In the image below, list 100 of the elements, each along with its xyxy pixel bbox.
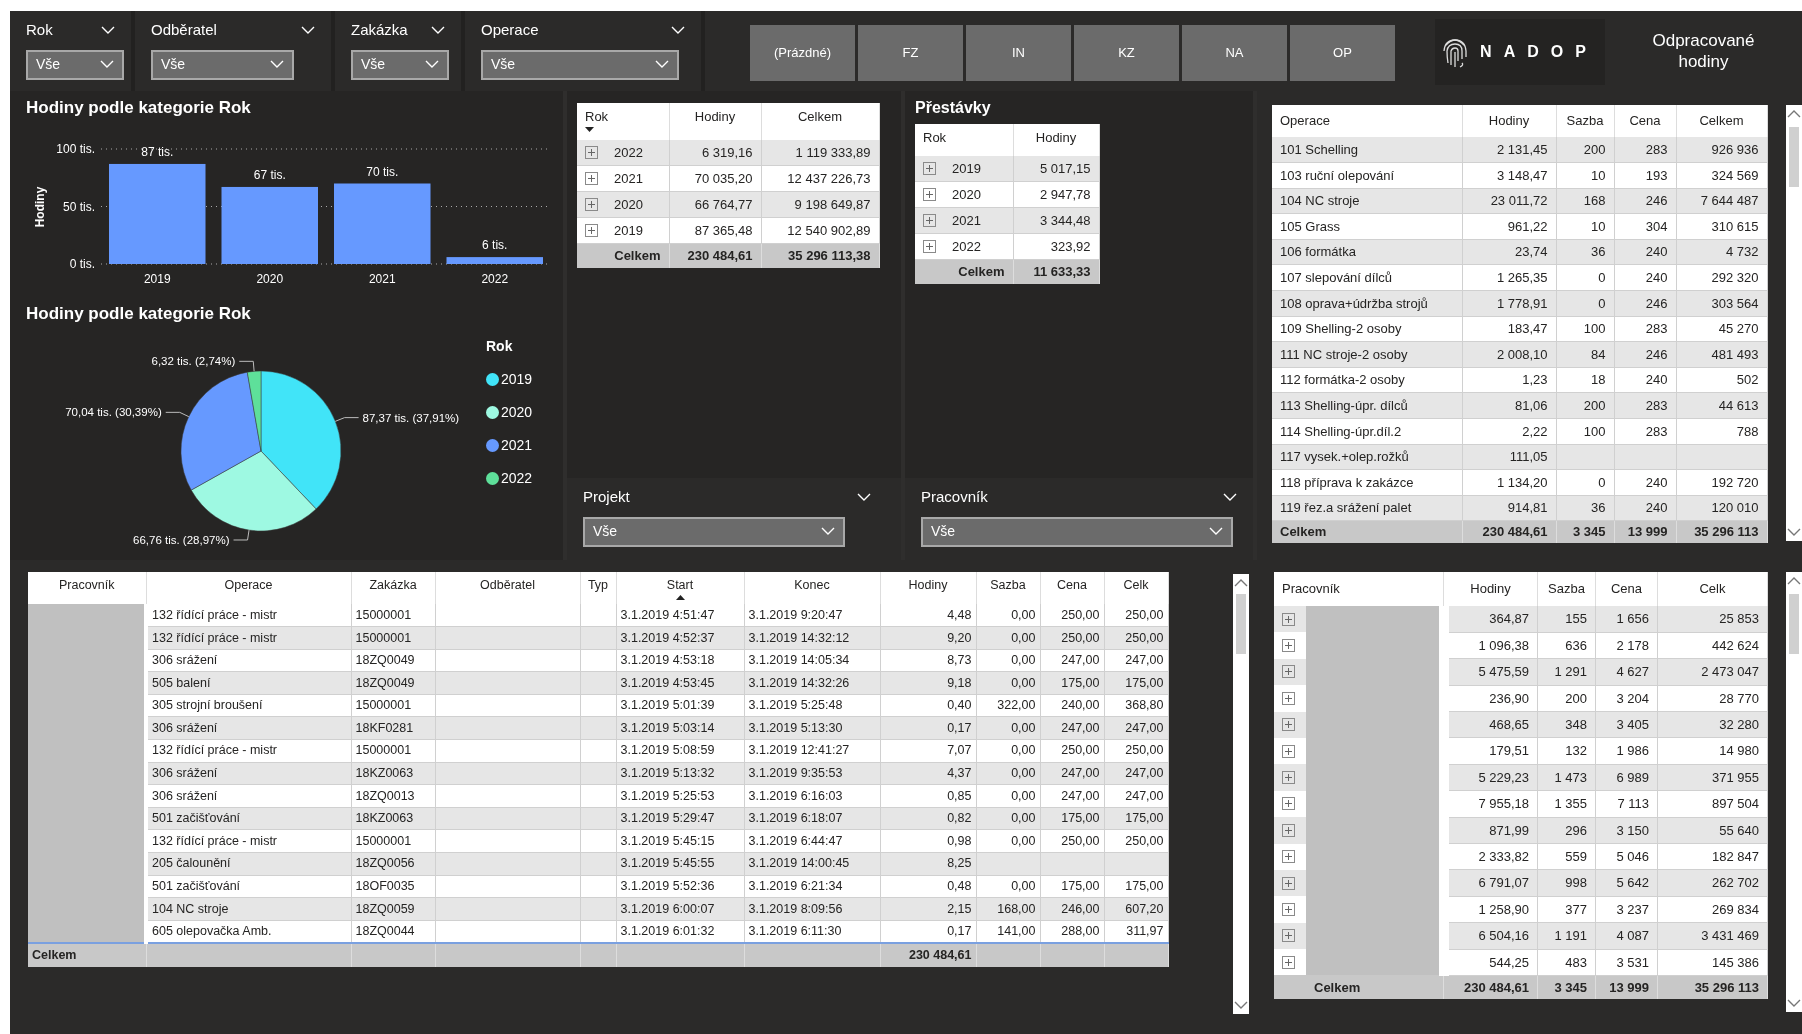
table-cell: 3.1.2019 5:13:32 bbox=[620, 766, 715, 781]
table-cell: 3.1.2019 6:21:34 bbox=[748, 879, 843, 894]
scrollbar-thumb[interactable] bbox=[1789, 594, 1799, 654]
scroll-down-icon bbox=[1787, 999, 1801, 1008]
scrollbar[interactable] bbox=[1232, 574, 1249, 1014]
column-header[interactable]: Rok bbox=[915, 124, 1013, 156]
table-cell: 0,40 bbox=[947, 698, 972, 713]
expand-icon[interactable] bbox=[1282, 929, 1295, 943]
expand-icon[interactable] bbox=[585, 198, 598, 211]
table-cell: 544,25 bbox=[1489, 954, 1529, 970]
row-label: 2020 bbox=[952, 185, 981, 204]
pie-slice[interactable] bbox=[260, 370, 342, 510]
table-cell: 145 386 bbox=[1712, 954, 1759, 970]
table-cell: 5 475,59 bbox=[1478, 664, 1529, 680]
expand-icon[interactable] bbox=[585, 224, 598, 237]
table-cell: 283 bbox=[1645, 321, 1668, 337]
column-header[interactable]: Hodiny bbox=[669, 103, 761, 140]
filter-button[interactable]: FZ bbox=[858, 25, 963, 81]
expand-icon[interactable] bbox=[1282, 797, 1295, 811]
table-cell: 1 265,35 bbox=[1496, 270, 1548, 285]
scrollbar-thumb[interactable] bbox=[1235, 594, 1246, 654]
table-cell: 179,51 bbox=[1489, 743, 1529, 759]
legend-label[interactable]: 2019 bbox=[501, 369, 533, 390]
expand-icon[interactable] bbox=[1282, 823, 1295, 837]
column-header[interactable]: Celkem bbox=[761, 103, 879, 140]
expand-icon[interactable] bbox=[1282, 691, 1295, 705]
table-cell: 192 720 bbox=[1711, 474, 1759, 490]
table-cell: 9 198 649,87 bbox=[794, 196, 871, 212]
dropdown[interactable]: Vše bbox=[26, 49, 124, 80]
table-cell: 0,17 bbox=[947, 924, 972, 938]
total-cell: 13 999 bbox=[1609, 979, 1649, 995]
category-label: 2020 bbox=[256, 271, 284, 286]
sort-descending-icon[interactable] bbox=[585, 126, 594, 132]
chevron-down-icon bbox=[857, 492, 871, 502]
expand-icon[interactable] bbox=[1282, 771, 1295, 785]
pie-slice[interactable] bbox=[190, 450, 317, 532]
table-cell: 247,00 bbox=[1061, 766, 1100, 781]
table-cell: 247,00 bbox=[1125, 720, 1164, 735]
expand-icon[interactable] bbox=[585, 172, 598, 185]
expand-icon[interactable] bbox=[1282, 876, 1295, 890]
data-label: 87 tis. bbox=[141, 144, 174, 159]
slicer-label: Rok bbox=[26, 20, 53, 40]
expand-icon[interactable] bbox=[1282, 612, 1295, 626]
filter-button[interactable]: OP bbox=[1290, 25, 1395, 81]
legend-label[interactable]: 2021 bbox=[501, 435, 533, 456]
dropdown[interactable]: Vše bbox=[351, 49, 449, 80]
table-cell: 3.1.2019 12:41:27 bbox=[748, 743, 850, 758]
table-cell: 3.1.2019 6:18:07 bbox=[748, 811, 843, 826]
expand-icon[interactable] bbox=[1282, 955, 1295, 969]
expand-icon[interactable] bbox=[1282, 850, 1295, 864]
scrollbar[interactable] bbox=[1785, 105, 1802, 541]
table-cell: 23 011,72 bbox=[1490, 193, 1548, 209]
table-cell: 100 bbox=[1583, 423, 1606, 439]
chart-title: Hodiny podle kategorie Rok bbox=[26, 97, 252, 119]
table-cell: 8,25 bbox=[947, 856, 972, 871]
sort-ascending-icon[interactable] bbox=[675, 594, 685, 600]
filter-button[interactable]: KZ bbox=[1074, 25, 1179, 81]
column-header[interactable]: Hodiny bbox=[1013, 124, 1099, 156]
table-cell: 998 bbox=[1565, 875, 1587, 891]
expand-icon[interactable] bbox=[1282, 665, 1295, 679]
scroll-down-icon bbox=[1786, 528, 1801, 537]
expand-icon[interactable] bbox=[585, 145, 598, 159]
filter-button[interactable]: NA bbox=[1182, 25, 1287, 81]
table-cell: 175,00 bbox=[1061, 811, 1100, 826]
table-cell: 7 955,18 bbox=[1478, 796, 1529, 812]
scrollbar[interactable] bbox=[1786, 572, 1802, 1012]
expand-icon[interactable] bbox=[923, 240, 936, 253]
expand-icon[interactable] bbox=[1282, 744, 1295, 758]
dropdown[interactable]: Vše bbox=[151, 49, 294, 80]
table-cell: 1 656 bbox=[1616, 611, 1649, 627]
table-cell: 3.1.2019 4:52:37 bbox=[620, 630, 715, 645]
table-cell: 18KZ0063 bbox=[355, 811, 414, 826]
pie-slice[interactable] bbox=[180, 371, 262, 491]
expand-icon[interactable] bbox=[923, 214, 936, 227]
chevron-down-icon bbox=[1223, 492, 1237, 502]
table-cell: 9,18 bbox=[947, 675, 972, 690]
dropdown[interactable]: Vše bbox=[921, 516, 1233, 547]
filter-button[interactable]: IN bbox=[966, 25, 1071, 81]
bar[interactable] bbox=[446, 256, 543, 264]
data-label: 67 tis. bbox=[253, 167, 286, 182]
table-cell: 183,47 bbox=[1507, 321, 1548, 337]
expand-icon[interactable] bbox=[923, 188, 936, 201]
expand-icon[interactable] bbox=[1282, 903, 1295, 916]
slicer-label: Projekt bbox=[583, 487, 630, 507]
table-cell: 3.1.2019 5:13:30 bbox=[748, 720, 843, 735]
scrollbar-thumb[interactable] bbox=[1788, 127, 1799, 187]
column-header[interactable]: Rok bbox=[577, 103, 669, 140]
expand-icon[interactable] bbox=[1282, 639, 1295, 653]
table-cell: 2 131,45 bbox=[1496, 141, 1548, 157]
table-cell: 3.1.2019 14:05:34 bbox=[748, 653, 850, 668]
data-label: 70 tis. bbox=[366, 164, 399, 178]
expand-icon[interactable] bbox=[1282, 718, 1295, 732]
filter-button[interactable]: (Prázdné) bbox=[750, 25, 855, 81]
table-cell: 607,20 bbox=[1125, 901, 1164, 916]
legend-label[interactable]: 2020 bbox=[501, 402, 533, 423]
dropdown[interactable]: Vše bbox=[481, 49, 679, 80]
legend-label[interactable]: 2022 bbox=[501, 468, 533, 489]
dropdown[interactable]: Vše bbox=[583, 516, 845, 547]
expand-icon[interactable] bbox=[923, 161, 936, 175]
table-cell: 111,05 bbox=[1509, 449, 1548, 465]
